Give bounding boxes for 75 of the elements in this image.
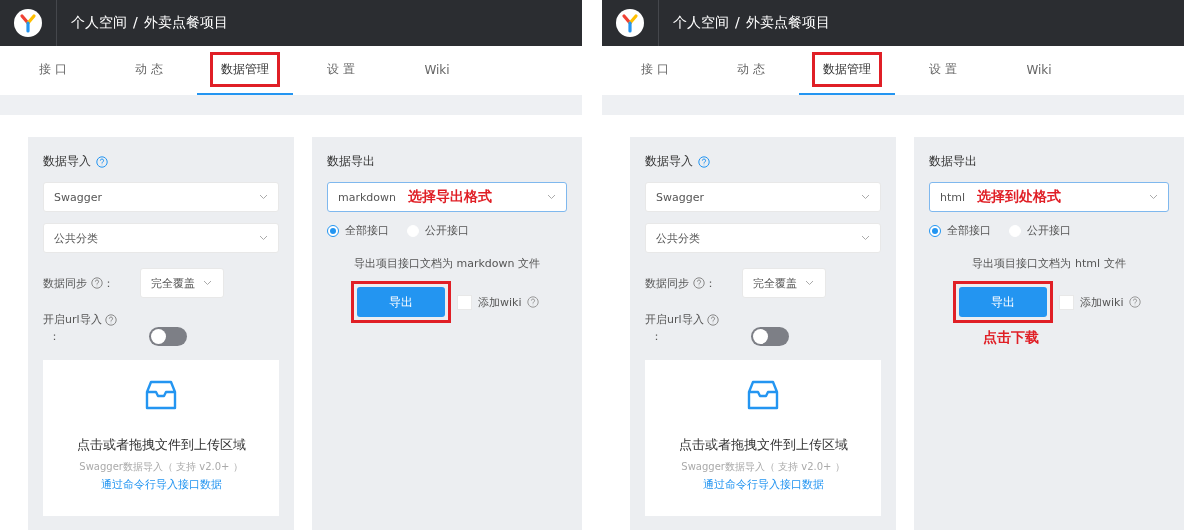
radio-label: 全部接口 xyxy=(345,223,389,238)
radio-label: 公开接口 xyxy=(1027,223,1071,238)
radio-label: 公开接口 xyxy=(425,223,469,238)
upload-area[interactable]: 点击或者拖拽文件到上传区域 Swagger数据导入（ 支持 v2.0+ ） 通过命令行导入接口数据 xyxy=(645,360,881,516)
help-icon[interactable] xyxy=(706,313,719,326)
upload-area[interactable]: 点击或者拖拽文件到上传区域 Swagger数据导入（ 支持 v2.0+ ） 通过命令行导入接口数据 xyxy=(43,360,279,516)
annotation-text: 选择导出格式 xyxy=(408,188,493,206)
inbox-icon xyxy=(145,380,177,410)
caret-icon xyxy=(203,280,212,286)
tab[interactable]: 接 口 xyxy=(5,46,101,95)
help-icon[interactable] xyxy=(698,155,710,168)
colon-text: ： xyxy=(705,275,716,291)
help-icon[interactable] xyxy=(1129,296,1142,308)
add-wiki-label: 添加wiki xyxy=(478,294,522,310)
inbox-icon xyxy=(747,380,779,410)
source-select[interactable]: Swagger xyxy=(43,182,279,212)
add-wiki-label: 添加wiki xyxy=(1080,294,1124,310)
caret-icon xyxy=(861,235,870,241)
upload-hint: Swagger数据导入（ 支持 v2.0+ ） xyxy=(79,460,243,474)
annotation-text: 选择到处格式 xyxy=(977,188,1062,206)
breadcrumb-current: 外卖点餐项目 xyxy=(745,14,830,32)
url-import-label: 开启url导入 xyxy=(43,312,102,327)
section-title: 数据导入 xyxy=(645,153,693,170)
help-icon[interactable] xyxy=(91,277,103,289)
logo-icon xyxy=(14,9,42,37)
breadcrumb-separator: / xyxy=(133,14,138,32)
upload-hint: Swagger数据导入（ 支持 v2.0+ ） xyxy=(681,460,845,474)
radio-label: 全部接口 xyxy=(947,223,991,238)
section-title: 数据导出 xyxy=(929,153,977,170)
caret-icon xyxy=(547,194,556,200)
help-icon[interactable] xyxy=(527,296,540,308)
format-select[interactable]: html 选择到处格式 xyxy=(929,182,1169,212)
caret-icon xyxy=(805,280,814,286)
tab[interactable]: Wiki xyxy=(991,46,1087,95)
upload-text: 点击或者拖拽文件到上传区域 xyxy=(76,436,246,454)
help-icon[interactable] xyxy=(693,277,705,289)
section-title: 数据导出 xyxy=(327,153,375,170)
caret-icon xyxy=(1149,194,1158,200)
breadcrumb-current: 外卖点餐项目 xyxy=(143,14,228,32)
sync-label: 数据同步 xyxy=(645,275,689,291)
tab[interactable]: 动 态 xyxy=(101,46,197,95)
help-icon[interactable] xyxy=(96,155,108,168)
category-select[interactable]: 公共分类 xyxy=(645,223,881,253)
tab[interactable]: 设 置 xyxy=(293,46,389,95)
breadcrumb-link[interactable]: 个人空间 xyxy=(71,14,127,32)
export-description: 导出项目接口文档为 html 文件 xyxy=(971,256,1127,271)
colon-text: ： xyxy=(48,329,61,344)
tab[interactable]: 动 态 xyxy=(703,46,799,95)
breadcrumb-separator: / xyxy=(735,14,740,32)
format-select[interactable]: markdown 选择导出格式 xyxy=(327,182,567,212)
source-select[interactable]: Swagger xyxy=(645,182,881,212)
caret-icon xyxy=(861,194,870,200)
upload-text: 点击或者拖拽文件到上传区域 xyxy=(678,436,848,454)
colon-text: ： xyxy=(650,329,663,344)
tab[interactable]: 接 口 xyxy=(607,46,703,95)
tab[interactable]: 设 置 xyxy=(895,46,991,95)
url-import-toggle[interactable] xyxy=(751,327,789,346)
radio-button[interactable] xyxy=(929,224,941,237)
caret-icon xyxy=(259,194,268,200)
url-import-label: 开启url导入 xyxy=(645,312,704,327)
category-select[interactable]: 公共分类 xyxy=(43,223,279,253)
tab[interactable]: Wiki xyxy=(389,46,485,95)
sync-mode-select[interactable]: 完全覆盖 xyxy=(742,268,826,298)
breadcrumb-link[interactable]: 个人空间 xyxy=(673,14,729,32)
radio-button[interactable] xyxy=(327,224,339,237)
export-description: 导出项目接口文档为 markdown 文件 xyxy=(353,256,541,271)
caret-icon xyxy=(259,235,268,241)
sync-mode-select[interactable]: 完全覆盖 xyxy=(140,268,224,298)
logo-icon xyxy=(616,9,644,37)
url-import-toggle[interactable] xyxy=(149,327,187,346)
help-icon[interactable] xyxy=(104,313,117,326)
colon-text: ： xyxy=(103,275,114,291)
annotation-text: 点击下载 xyxy=(983,329,1039,345)
section-title: 数据导入 xyxy=(43,153,91,170)
sync-label: 数据同步 xyxy=(43,275,87,291)
